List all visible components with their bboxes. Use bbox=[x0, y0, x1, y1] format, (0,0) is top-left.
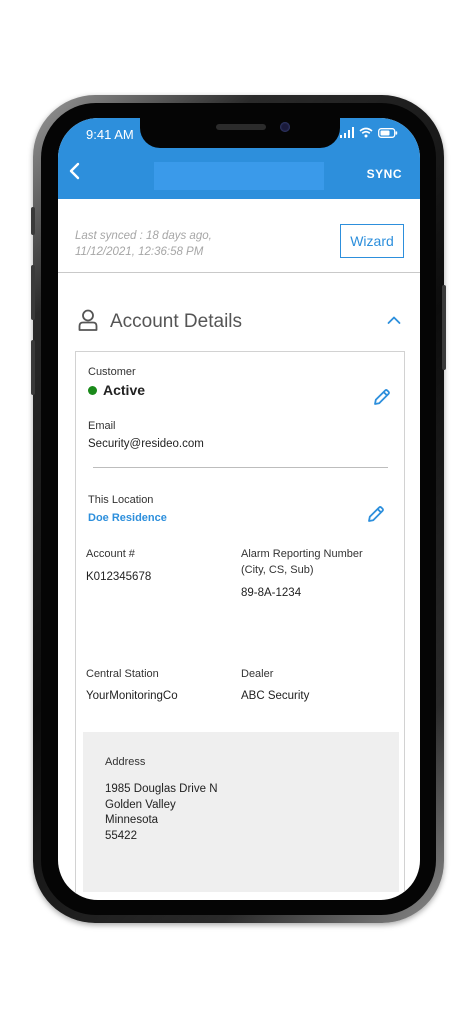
location-label: This Location bbox=[88, 494, 154, 506]
email-label: Email bbox=[88, 420, 116, 432]
app-header: 9:41 AM SYNC bbox=[58, 118, 420, 199]
volume-down-button bbox=[31, 340, 35, 395]
email-value: Security@resideo.com bbox=[88, 438, 204, 450]
customer-label: Customer bbox=[88, 366, 136, 378]
address-line: 1985 Douglas Drive N bbox=[105, 783, 218, 795]
account-details-card: Customer Active Email Security@resideo.c… bbox=[75, 351, 405, 900]
device-notch bbox=[140, 118, 340, 148]
front-camera bbox=[280, 122, 290, 132]
edit-location-icon[interactable] bbox=[366, 504, 386, 524]
chevron-up-icon[interactable] bbox=[387, 315, 401, 325]
sync-status-bar: Last synced : 18 days ago, 11/12/2021, 1… bbox=[58, 199, 420, 273]
customer-status: Active bbox=[88, 382, 145, 398]
account-number-value: K012345678 bbox=[86, 571, 152, 583]
address-lines: 1985 Douglas Drive N Golden Valley Minne… bbox=[105, 782, 218, 844]
last-synced-text: Last synced : 18 days ago, bbox=[75, 230, 212, 242]
back-button[interactable] bbox=[68, 162, 90, 184]
wifi-icon bbox=[359, 127, 373, 138]
location-link[interactable]: Doe Residence bbox=[88, 512, 167, 524]
customer-status-text: Active bbox=[103, 382, 146, 398]
status-time: 9:41 AM bbox=[86, 127, 134, 142]
address-line: Minnesota bbox=[105, 814, 159, 826]
status-dot-icon bbox=[88, 385, 97, 395]
divider bbox=[93, 467, 388, 468]
alarm-number-sublabel: (City, CS, Sub) bbox=[241, 564, 314, 576]
address-line: 55422 bbox=[105, 829, 137, 842]
address-label: Address bbox=[105, 756, 146, 768]
central-station-label: Central Station bbox=[86, 668, 159, 680]
wizard-button[interactable]: Wizard bbox=[340, 224, 404, 258]
redacted-title bbox=[154, 162, 324, 190]
dealer-label: Dealer bbox=[241, 668, 274, 680]
dealer-value: ABC Security bbox=[241, 690, 310, 702]
address-line: Golden Valley bbox=[105, 798, 176, 811]
section-title: Account Details bbox=[110, 311, 243, 332]
edit-customer-icon[interactable] bbox=[372, 387, 392, 407]
battery-icon bbox=[378, 127, 398, 138]
sync-text: Last synced : 18 days ago, 11/12/2021, 1… bbox=[75, 228, 212, 260]
central-station-value: YourMonitoringCo bbox=[86, 690, 178, 702]
power-button bbox=[442, 285, 446, 370]
alarm-number-label: Alarm Reporting Number bbox=[241, 548, 363, 560]
silent-switch bbox=[31, 207, 35, 235]
signal-icon bbox=[339, 127, 354, 138]
volume-up-button bbox=[31, 265, 35, 320]
status-icons bbox=[339, 127, 399, 138]
sync-button[interactable]: SYNC bbox=[367, 167, 402, 181]
account-details-header[interactable]: Account Details bbox=[58, 273, 420, 351]
chevron-left-icon bbox=[69, 162, 80, 180]
person-icon bbox=[78, 309, 98, 331]
speaker-grille bbox=[216, 124, 266, 130]
app-screen: 9:41 AM SYNC Last synced: 18 days ago, … bbox=[58, 118, 420, 900]
account-number-label: Account # bbox=[86, 548, 135, 560]
address-panel: Address 1985 Douglas Drive N Golden Vall… bbox=[83, 732, 399, 892]
alarm-number-value: 89-8A-1234 bbox=[241, 587, 302, 599]
sync-timestamp: 11/12/2021, 12:36:58 PM bbox=[75, 246, 204, 258]
